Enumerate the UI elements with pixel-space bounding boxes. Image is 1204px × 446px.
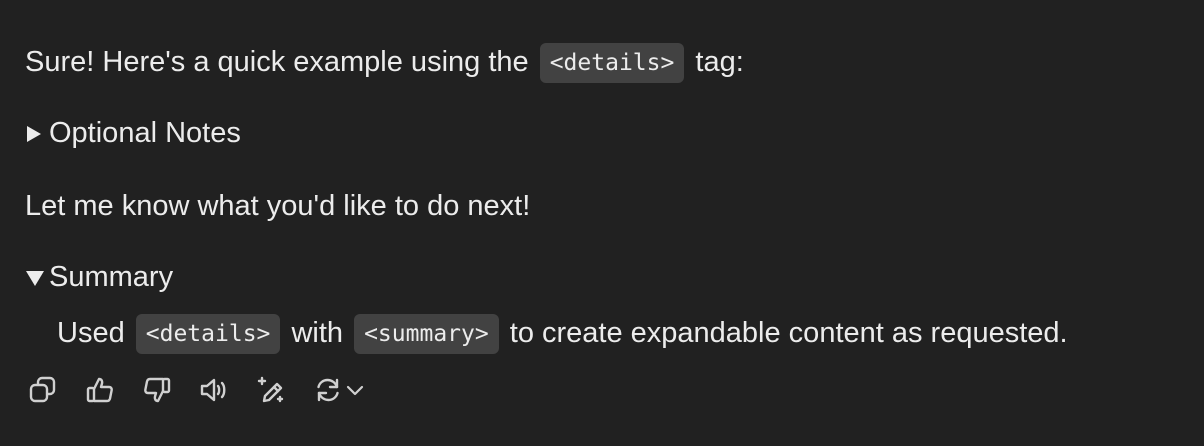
thumbs-down-icon [144, 377, 171, 403]
collapsed-triangle-icon [25, 125, 49, 143]
intro-text-end: tag: [687, 46, 744, 78]
details-summary-label[interactable]: Optional Notes [49, 117, 241, 149]
regenerate-button[interactable] [313, 375, 343, 405]
details-body: Used <details> with <summary> to create … [57, 313, 1068, 354]
details-optional-notes[interactable]: Optional Notes [25, 113, 241, 153]
thumbs-down-button[interactable] [142, 375, 172, 405]
inline-code-details: <details> [135, 314, 281, 354]
edit-sparkle-icon [257, 376, 284, 403]
intro-paragraph: Sure! Here's a quick example using the <… [25, 42, 744, 83]
inline-code-details: <details> [539, 43, 685, 83]
expanded-triangle-icon [25, 269, 49, 287]
edit-button[interactable] [256, 375, 286, 405]
body-text: with [283, 317, 352, 349]
chevron-down-icon [346, 385, 364, 396]
assistant-message: Sure! Here's a quick example using the <… [0, 0, 1204, 446]
details-summary[interactable]: Summary [25, 257, 173, 297]
thumbs-up-icon [86, 377, 113, 403]
copy-icon [29, 376, 56, 403]
read-aloud-icon [200, 378, 226, 402]
model-switch-button[interactable] [345, 375, 365, 405]
body-text: to create expandable content as requeste… [501, 317, 1068, 349]
body-text: Used [57, 317, 133, 349]
outro-paragraph: Let me know what you'd like to do next! [25, 190, 531, 222]
message-action-bar [28, 374, 365, 406]
details-summary-label[interactable]: Summary [49, 261, 173, 293]
read-aloud-button[interactable] [199, 375, 229, 405]
regenerate-icon [317, 378, 339, 402]
inline-code-summary: <summary> [354, 314, 499, 354]
intro-text: Sure! Here's a quick example using the [25, 46, 537, 78]
thumbs-up-button[interactable] [85, 375, 115, 405]
copy-button[interactable] [28, 375, 58, 405]
